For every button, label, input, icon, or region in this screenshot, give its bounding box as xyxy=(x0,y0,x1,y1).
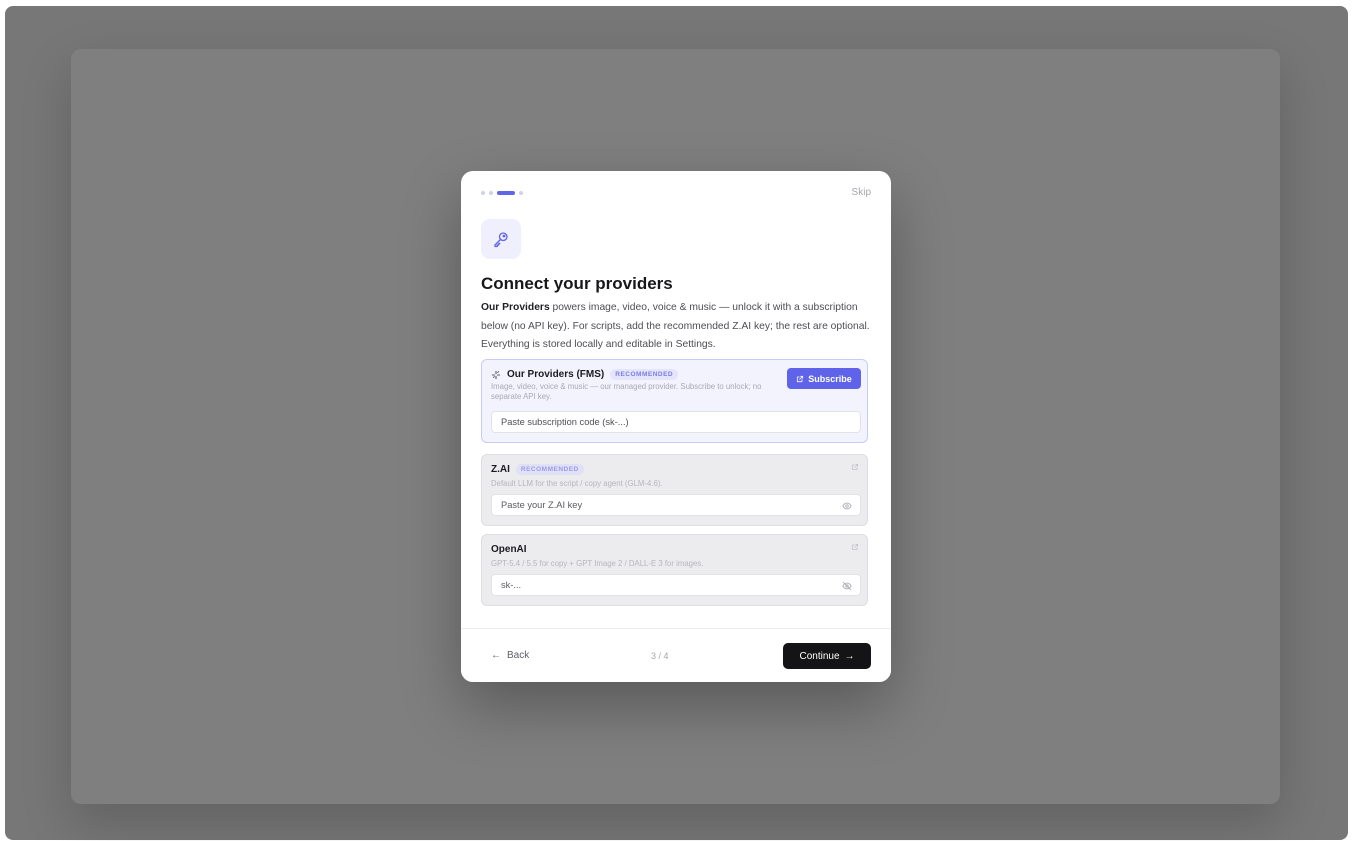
step-dot xyxy=(489,191,493,195)
intro-bold: Our Providers xyxy=(481,302,550,313)
provider-title: Our Providers (FMS) xyxy=(507,369,605,380)
external-link-icon[interactable] xyxy=(851,543,859,551)
back-label: Back xyxy=(507,650,530,661)
recommended-badge: RECOMMENDED xyxy=(610,369,679,380)
back-button[interactable]: ← Back xyxy=(491,650,529,661)
eye-off-icon[interactable] xyxy=(842,581,852,591)
key-icon xyxy=(481,219,521,259)
eye-icon[interactable] xyxy=(842,501,852,511)
step-count: 3 / 4 xyxy=(651,651,669,661)
step-progress xyxy=(481,191,523,195)
card-title-row: Our Providers (FMS) RECOMMENDED xyxy=(491,369,679,380)
arrow-right-icon: → xyxy=(844,650,855,662)
continue-button[interactable]: Continue → xyxy=(783,643,871,669)
provider-description: Default LLM for the script / copy agent … xyxy=(491,479,663,488)
sparkle-icon xyxy=(491,370,501,379)
step-dot xyxy=(519,191,523,195)
recommended-badge: RECOMMENDED xyxy=(515,464,584,475)
subscription-code-input[interactable]: Paste subscription code (sk-...) xyxy=(491,411,861,433)
provider-card-openai: OpenAI GPT-5.4 / 5.5 for copy + GPT Imag… xyxy=(481,534,868,606)
subscribe-button[interactable]: Subscribe xyxy=(787,368,861,389)
skip-button[interactable]: Skip xyxy=(852,187,871,198)
intro-text: Our Providers powers image, video, voice… xyxy=(481,299,873,355)
card-title-row: Z.AI RECOMMENDED xyxy=(491,464,584,475)
modal-footer: ← Back 3 / 4 Continue → xyxy=(461,628,891,682)
openai-key-value: sk-... xyxy=(501,580,522,590)
openai-key-input[interactable]: sk-... xyxy=(491,574,861,596)
zai-key-value: Paste your Z.AI key xyxy=(501,500,583,510)
subscribe-label: Subscribe xyxy=(808,373,852,384)
provider-description: GPT-5.4 / 5.5 for copy + GPT Image 2 / D… xyxy=(491,559,704,568)
page-title: Connect your providers xyxy=(481,274,673,293)
modal-header: Skip xyxy=(481,187,871,201)
external-link-icon[interactable] xyxy=(851,463,859,471)
provider-title: Z.AI xyxy=(491,464,510,475)
onboarding-modal: Skip Connect your providers Our Provider… xyxy=(461,171,891,682)
provider-title: OpenAI xyxy=(491,544,527,555)
step-dot-active xyxy=(497,191,515,195)
continue-label: Continue xyxy=(799,650,840,662)
card-title-row: OpenAI xyxy=(491,544,527,555)
provider-card-zai: Z.AI RECOMMENDED Default LLM for the scr… xyxy=(481,454,868,526)
step-dot xyxy=(481,191,485,195)
external-link-icon xyxy=(797,375,804,382)
provider-description: Image, video, voice & music — our manage… xyxy=(491,382,762,401)
zai-key-input[interactable]: Paste your Z.AI key xyxy=(491,494,861,516)
arrow-left-icon: ← xyxy=(491,650,501,661)
provider-card-fms: Our Providers (FMS) RECOMMENDED Image, v… xyxy=(481,359,868,443)
